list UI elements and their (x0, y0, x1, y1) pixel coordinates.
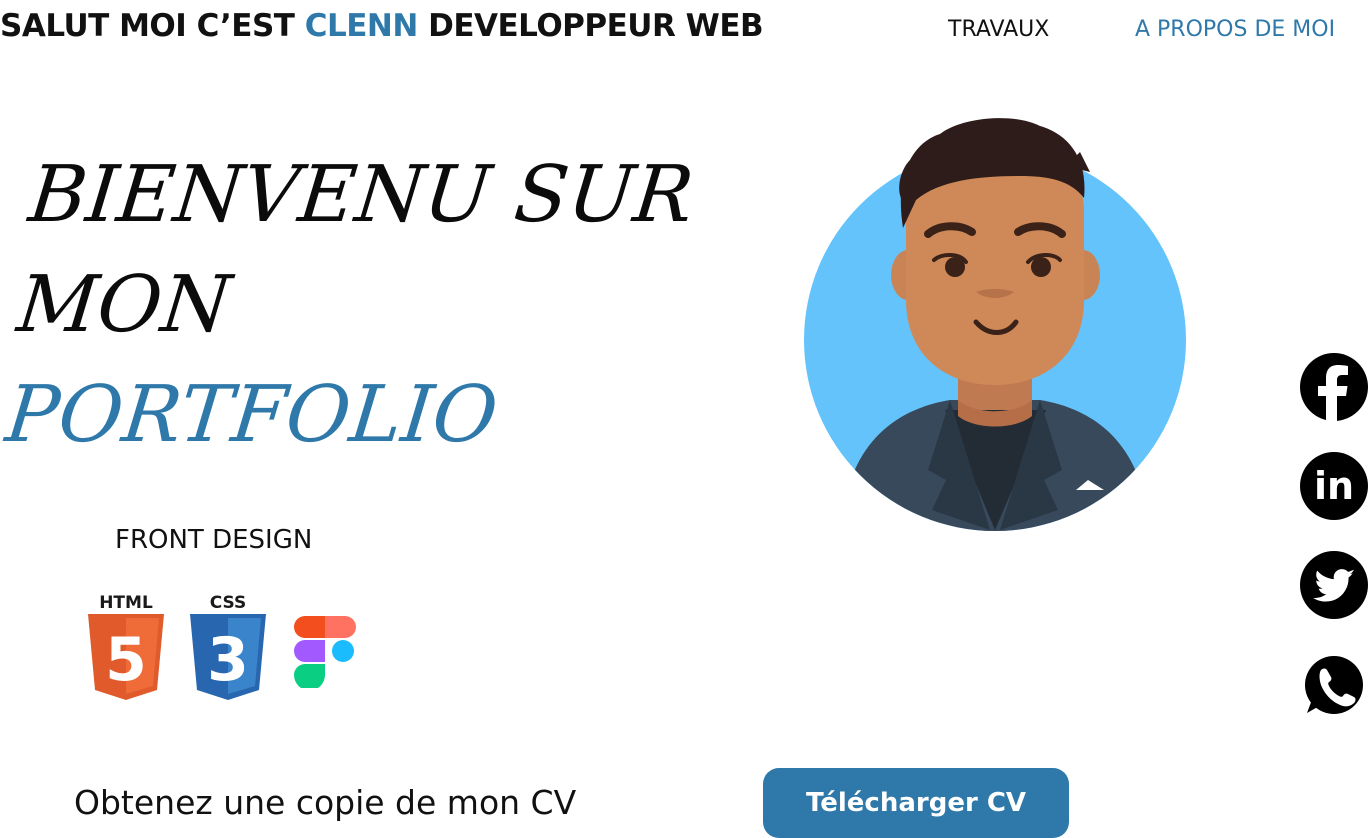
hero-line-2: MON (13, 260, 235, 350)
css3-label: CSS (210, 593, 247, 613)
figma-icon (294, 616, 356, 688)
linkedin-icon[interactable]: in (1299, 451, 1369, 521)
twitter-icon[interactable] (1299, 550, 1369, 620)
css3-number: 3 (207, 625, 249, 695)
hero-line-1: BIENVENU SUR (24, 150, 698, 240)
html5-number: 5 (105, 625, 147, 695)
hero-heading: BIENVENU SUR MON PORTFOLIO (1, 140, 699, 470)
html5-icon: HTML 5 (88, 593, 164, 700)
linkedin-text: in (1314, 464, 1354, 508)
download-cv-button[interactable]: Télécharger CV (763, 768, 1069, 838)
skills-title: FRONT DESIGN (115, 525, 313, 555)
nav-link-travaux[interactable]: TRAVAUX (948, 17, 1049, 42)
brand-prefix: SALUT MOI C’EST (0, 8, 295, 44)
css3-icon: CSS 3 (190, 593, 266, 700)
brand-name: CLENN (304, 8, 419, 44)
avatar (804, 118, 1186, 531)
facebook-icon[interactable] (1299, 352, 1369, 422)
site-title: SALUT MOI C’EST CLENN DEVELOPPEUR WEB (0, 8, 764, 44)
whatsapp-icon[interactable] (1299, 650, 1369, 720)
hero-line-3: PORTFOLIO (1, 370, 502, 460)
brand-suffix: DEVELOPPEUR WEB (428, 8, 764, 44)
html5-label: HTML (99, 593, 153, 613)
cv-text: Obtenez une copie de mon CV (74, 783, 577, 822)
nav-link-a-propos[interactable]: A PROPOS DE MOI (1135, 17, 1335, 42)
